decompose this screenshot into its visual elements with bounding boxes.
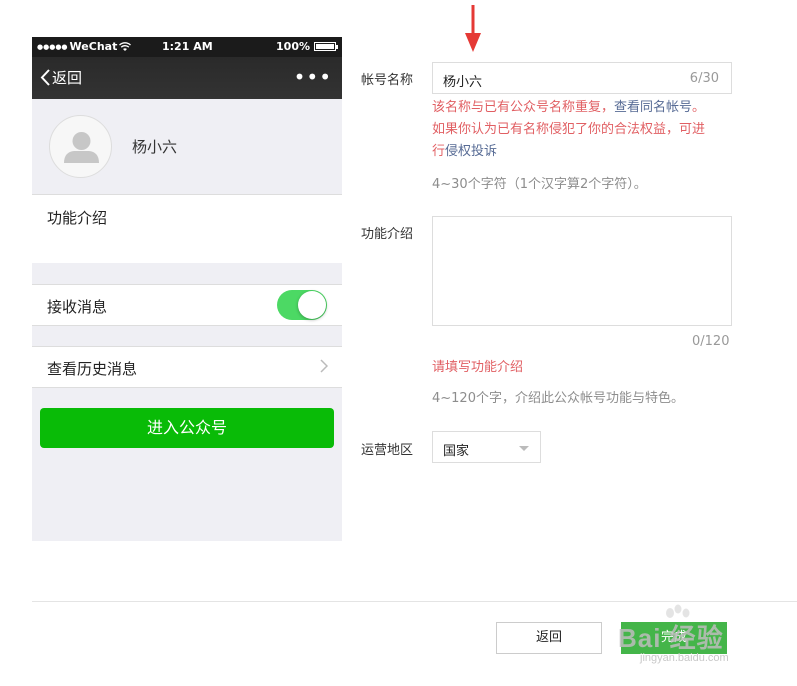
region-value: 国家 <box>443 444 470 459</box>
profile-header: 杨小六 <box>32 99 342 195</box>
nav-bar: 返回 ••• <box>32 57 342 99</box>
battery-icon <box>314 42 338 51</box>
error-text: 行 <box>432 144 446 159</box>
enter-account-button[interactable]: 进入公众号 <box>40 408 334 448</box>
history-messages-label: 查看历史消息 <box>47 360 138 378</box>
nav-back-label: 返回 <box>52 69 83 87</box>
receive-messages-toggle[interactable] <box>277 290 327 320</box>
footer-divider <box>32 601 797 602</box>
avatar <box>49 115 112 178</box>
red-arrow-icon <box>465 5 481 52</box>
error-text: 。 <box>692 100 706 115</box>
chevron-right-icon <box>320 359 328 373</box>
infringement-complaint-link[interactable]: 侵权投诉 <box>445 144 497 159</box>
intro-textarea[interactable] <box>432 216 732 326</box>
chevron-left-icon <box>40 69 50 86</box>
error-text: 如果你认为已有名称侵犯了你的合法权益，可进 <box>432 122 706 137</box>
region-label: 运营地区 <box>361 443 414 458</box>
region-select[interactable]: 国家 <box>432 431 541 463</box>
account-name-value: 杨小六 <box>443 75 483 90</box>
intro-hint: 4~120个字，介绍此公众帐号功能与特色。 <box>432 391 684 406</box>
phone-preview: ●●●●● WeChat 1:21 AM 100% 返回 ••• 杨小六 功能介… <box>32 37 342 541</box>
name-error-message: 该名称与已有公众号名称重复，查看同名帐号。 如果你认为已有名称侵犯了你的合法权益… <box>432 97 742 163</box>
watermark-text: Bai 经验 <box>618 623 724 653</box>
intro-label: 功能介绍 <box>47 209 108 227</box>
name-hint: 4~30个字符（1个汉字算2个字符）。 <box>432 177 647 192</box>
receive-messages-row: 接收消息 <box>32 284 342 326</box>
account-name-input[interactable]: 杨小六 6/30 <box>432 62 732 94</box>
default-avatar-icon <box>64 132 99 163</box>
history-messages-row[interactable]: 查看历史消息 <box>32 346 342 388</box>
wifi-icon <box>119 41 132 51</box>
account-name-label: 帐号名称 <box>361 73 414 88</box>
battery-percent: 100% <box>276 40 310 53</box>
intro-error-message: 请填写功能介绍 <box>432 360 524 375</box>
account-name-count: 6/30 <box>689 71 719 86</box>
intro-section: 功能介绍 <box>32 195 342 263</box>
more-icon[interactable]: ••• <box>294 65 332 89</box>
receive-messages-label: 接收消息 <box>47 298 108 316</box>
status-bar: ●●●●● WeChat 1:21 AM 100% <box>32 37 342 57</box>
intro-count: 0/120 <box>692 334 730 349</box>
back-button[interactable]: 返回 <box>496 622 602 654</box>
intro-field-label: 功能介绍 <box>361 227 414 242</box>
error-text: 该名称与已有公众号名称重复， <box>432 100 615 115</box>
profile-name: 杨小六 <box>132 138 178 156</box>
view-same-name-link[interactable]: 查看同名帐号 <box>614 100 692 115</box>
watermark-subtext: jingyan.baidu.com <box>640 652 729 664</box>
carrier: WeChat <box>69 40 118 53</box>
signal-icon: ●●●●● <box>37 42 68 51</box>
status-time: 1:21 AM <box>162 40 213 53</box>
caret-down-icon <box>519 446 529 451</box>
nav-back-button[interactable]: 返回 <box>40 67 82 88</box>
